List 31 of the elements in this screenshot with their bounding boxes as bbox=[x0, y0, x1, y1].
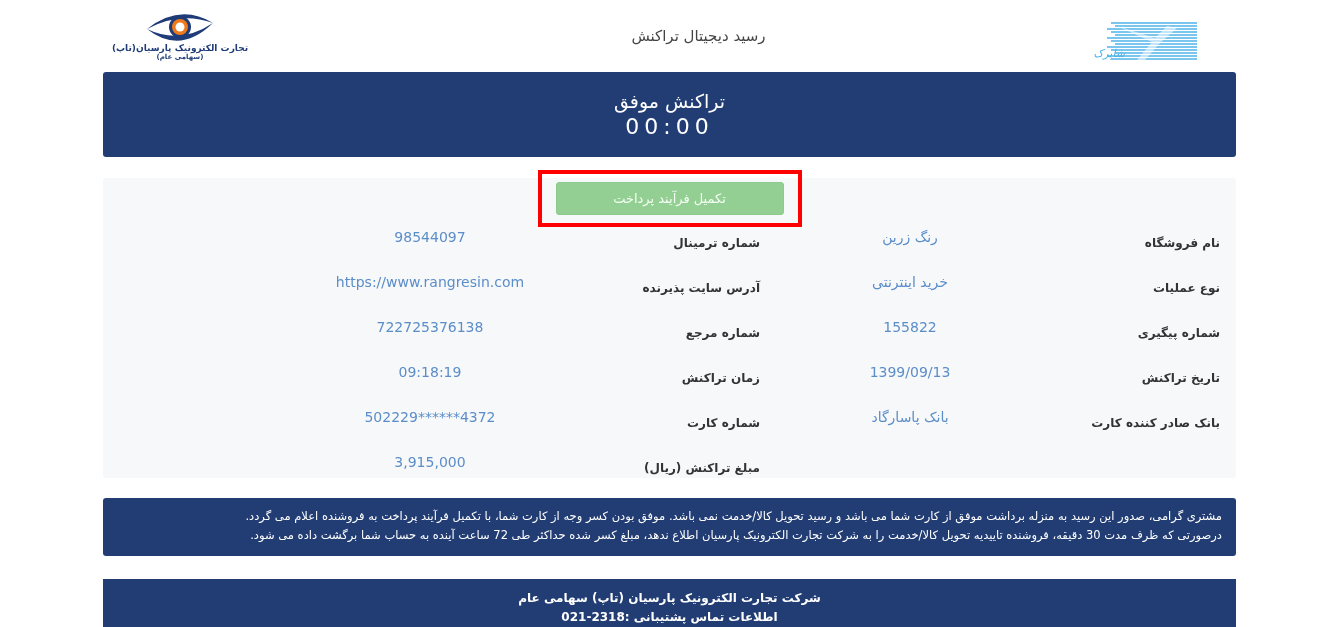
field-value: 502229******4372 bbox=[363, 408, 497, 427]
field-value: رنگ زرین bbox=[881, 228, 939, 248]
status-text: تراکنش موفق bbox=[614, 90, 725, 112]
notice-text: مشتری گرامی، صدور این رسید به منزله برداشت موفق از کارت شما می باشد و رسید تحویل کالا/خدمت نمی باشد. موفق بودن کسر وجه از کارت شما، با تکمیل فرآیند پرداخت به فروشنده اعلام می گردد. bbox=[244, 508, 1222, 526]
field-label: آدرس سایت پذیرنده bbox=[641, 279, 760, 297]
page-title: رسید دیجیتال تراکنش bbox=[631, 27, 766, 45]
field-label: مبلغ تراکنش (ریال) bbox=[643, 460, 760, 477]
field-label: شماره ترمینال bbox=[672, 235, 760, 252]
notice-text: درصورتی که ظرف مدت 30 دقیقه، فروشنده تاییدیه تحویل کالا/خدمت را به شرکت تجارت الکترونیک پارسیان اطلاع ندهد، مبلغ کسر شده حداکثر طی 72 ساعت آینده به حساب شما برگشت داده می شود. bbox=[249, 527, 1222, 544]
footer-text: شرکت تجارت الکترونیک پارسیان (تاپ) سهامی عام bbox=[517, 590, 822, 608]
field-value: 09:18:19 bbox=[397, 363, 463, 382]
field-label: بانک صادر کننده کارت bbox=[1090, 415, 1220, 432]
field-value: 1399/09/13 bbox=[868, 363, 952, 382]
field-value: 722725376138 bbox=[375, 318, 485, 337]
field-value: 3,915,000 bbox=[393, 453, 467, 472]
field-label: شماره کارت bbox=[686, 415, 760, 432]
field-value: بانک پاسارگاد bbox=[870, 408, 950, 428]
field-value: 98544097 bbox=[393, 228, 467, 247]
countdown-timer: 00:00 bbox=[625, 114, 714, 139]
field-value: 155822 bbox=[882, 318, 938, 337]
field-label: شماره مرجع bbox=[684, 325, 760, 342]
field-value: خرید اینترنتی bbox=[871, 273, 949, 293]
footer-text: اطلاعات تماس پشتیبانی :2318-021 bbox=[560, 609, 779, 626]
field-label: زمان تراکنش bbox=[680, 370, 760, 387]
field-label: تاریخ تراکنش bbox=[1140, 370, 1220, 387]
field-value: https://www.rangresin.com bbox=[334, 273, 526, 292]
logo-text: شاپرک bbox=[1093, 47, 1125, 60]
field-label: شماره پیگیری bbox=[1136, 325, 1220, 342]
field-label: نام فروشگاه bbox=[1143, 235, 1220, 253]
field-label: نوع عملیات bbox=[1152, 280, 1220, 298]
logo-text: تجارت الکترونیک پارسیان(تاپ) bbox=[111, 42, 249, 54]
